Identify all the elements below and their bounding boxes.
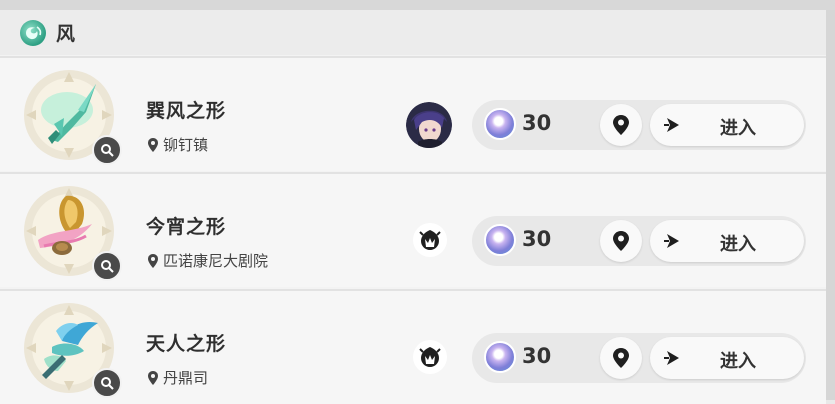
map-location-button[interactable] bbox=[600, 220, 642, 262]
element-title: 风 bbox=[56, 23, 76, 45]
location-pin-icon bbox=[148, 137, 158, 152]
enter-button[interactable]: 进入 bbox=[650, 337, 804, 379]
zoom-icon[interactable] bbox=[92, 251, 122, 281]
zoom-icon[interactable] bbox=[92, 135, 122, 165]
element-header: 风 bbox=[0, 10, 826, 55]
domain-location: 丹鼎司 bbox=[146, 367, 208, 388]
map-pin-icon bbox=[613, 115, 629, 135]
resin-cost: 30 bbox=[522, 344, 552, 368]
enter-arrow-icon bbox=[658, 343, 688, 373]
trailblaze-power-icon bbox=[484, 224, 516, 256]
relic-thumbnail[interactable] bbox=[22, 184, 122, 281]
location-pin-icon bbox=[148, 253, 158, 268]
map-location-button[interactable] bbox=[600, 337, 642, 379]
map-pin-icon bbox=[613, 348, 629, 368]
domain-location: 匹诺康尼大剧院 bbox=[146, 250, 268, 271]
location-label: 丹鼎司 bbox=[163, 369, 209, 387]
anemo-element-icon bbox=[20, 19, 46, 46]
resin-cost: 30 bbox=[522, 227, 552, 251]
domain-name: 巽风之形 bbox=[146, 100, 227, 122]
relic-thumbnail[interactable] bbox=[22, 68, 122, 165]
map-location-button[interactable] bbox=[600, 104, 642, 146]
location-pin-icon bbox=[148, 370, 158, 385]
trailblaze-power-icon bbox=[484, 108, 516, 140]
enter-label: 进入 bbox=[720, 118, 756, 139]
scroll-edge bbox=[826, 10, 835, 400]
trailblaze-power-icon bbox=[484, 341, 516, 373]
domain-name: 天人之形 bbox=[146, 333, 227, 355]
character-portrait-icon bbox=[406, 102, 452, 148]
enter-button[interactable]: 进入 bbox=[650, 104, 804, 146]
enter-button[interactable]: 进入 bbox=[650, 220, 804, 262]
element-panel: 风 巽风之形 铆钉镇 30 进入 今宵之形 匹诺康尼大剧院 30 进入 天人之形… bbox=[0, 10, 826, 404]
location-label: 铆钉镇 bbox=[163, 136, 209, 154]
map-pin-icon bbox=[613, 231, 629, 251]
enter-label: 进入 bbox=[720, 234, 756, 255]
action-bar: 30 进入 bbox=[472, 333, 806, 383]
list-item[interactable]: 天人之形 丹鼎司 30 进入 bbox=[0, 289, 826, 404]
boss-silhouette-icon bbox=[413, 223, 447, 257]
boss-silhouette-icon bbox=[413, 340, 447, 374]
action-bar: 30 进入 bbox=[472, 100, 806, 150]
list-item[interactable]: 巽风之形 铆钉镇 30 进入 bbox=[0, 56, 826, 171]
enter-arrow-icon bbox=[658, 110, 688, 140]
enter-arrow-icon bbox=[658, 226, 688, 256]
top-strip bbox=[0, 0, 835, 10]
resin-cost: 30 bbox=[522, 111, 552, 135]
relic-thumbnail[interactable] bbox=[22, 301, 122, 398]
list-item[interactable]: 今宵之形 匹诺康尼大剧院 30 进入 bbox=[0, 172, 826, 287]
domain-location: 铆钉镇 bbox=[146, 134, 208, 155]
enter-label: 进入 bbox=[720, 351, 756, 372]
location-label: 匹诺康尼大剧院 bbox=[163, 252, 269, 270]
domain-name: 今宵之形 bbox=[146, 216, 227, 238]
action-bar: 30 进入 bbox=[472, 216, 806, 266]
zoom-icon[interactable] bbox=[92, 368, 122, 398]
